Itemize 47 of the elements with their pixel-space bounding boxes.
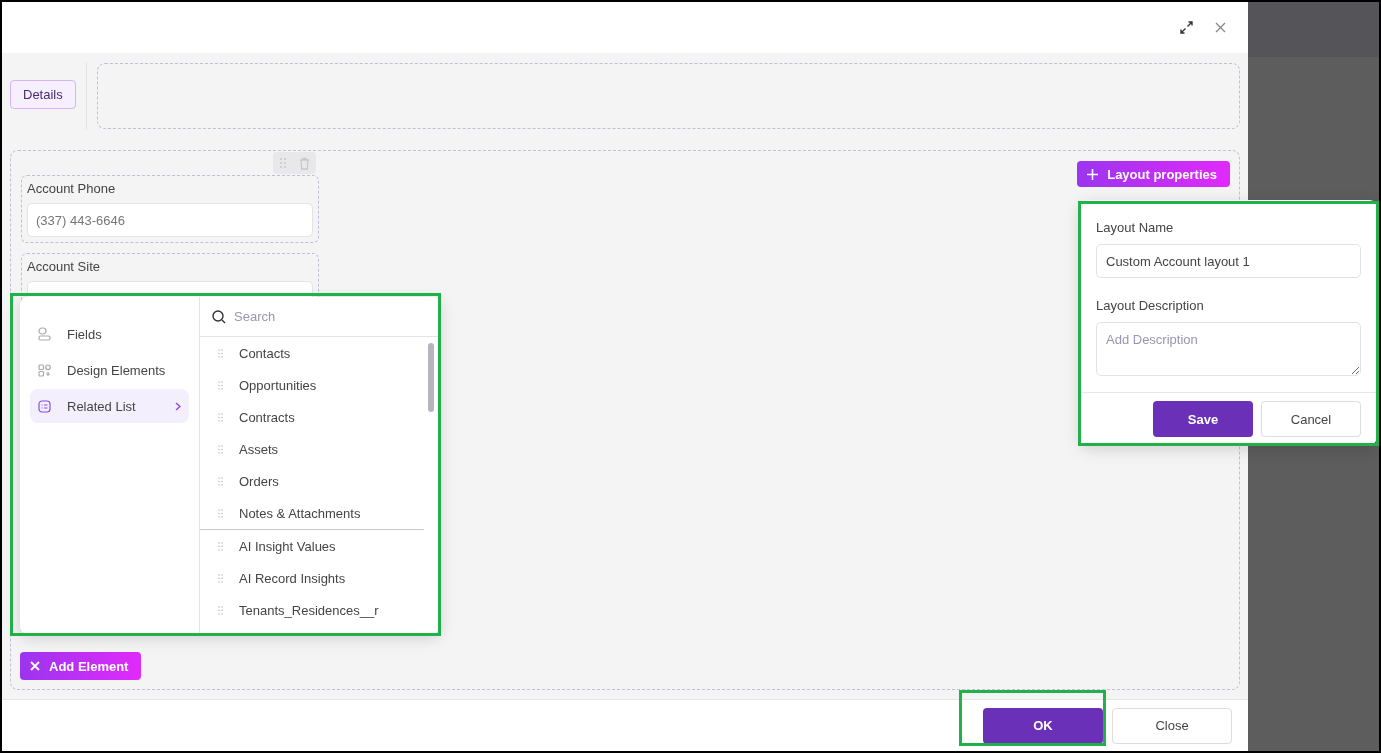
- user-icon: [38, 327, 51, 341]
- object-entry[interactable]: AI Insight Values: [200, 530, 424, 562]
- field-label: Account Site: [27, 259, 101, 275]
- category-item[interactable]: Design Elements: [30, 353, 189, 387]
- category-item[interactable]: Related List: [30, 389, 189, 423]
- layout-properties-button[interactable]: Layout properties: [1077, 161, 1230, 187]
- object-entry[interactable]: Contacts: [200, 337, 424, 369]
- object-entry[interactable]: AI Record Insights: [200, 562, 424, 594]
- close-icon[interactable]: [1215, 22, 1226, 33]
- list-icon: [38, 399, 51, 413]
- field-label: Layout Description: [1096, 298, 1205, 314]
- plus-icon: [1087, 168, 1099, 180]
- object-entry[interactable]: Assets: [200, 433, 424, 465]
- input-field[interactable]: (337) 443-6646: [27, 203, 313, 237]
- field-card[interactable]: Account Phone (337) 443-6646: [21, 175, 319, 243]
- chevron-right-icon: [175, 401, 181, 411]
- drag-handle-icon: [218, 444, 223, 454]
- ok-button[interactable]: OK: [983, 707, 1103, 744]
- object-entry[interactable]: Contracts: [200, 401, 424, 433]
- expand-icon[interactable]: [1180, 21, 1193, 34]
- drag-handle-icon: [218, 476, 223, 486]
- input-field[interactable]: Custom Account layout 1: [1096, 244, 1361, 278]
- object-entry[interactable]: Opportunities: [200, 369, 424, 401]
- description-field[interactable]: Add Description: [1096, 322, 1361, 376]
- object-entry[interactable]: Tenants_Residences__r: [200, 594, 424, 626]
- field-label: Account Phone: [27, 181, 117, 197]
- drag-handle-icon: [218, 380, 223, 390]
- save-button[interactable]: Save: [1153, 401, 1253, 437]
- close-button[interactable]: Close: [1112, 707, 1232, 744]
- trash-icon[interactable]: [298, 156, 310, 170]
- scrollbar[interactable]: [428, 343, 434, 412]
- field-label: Layout Name: [1096, 220, 1175, 236]
- search-icon: [212, 309, 226, 324]
- drag-handle-icon[interactable]: [279, 158, 286, 168]
- drag-handle-icon: [218, 412, 223, 422]
- cancel-button[interactable]: Cancel: [1261, 401, 1361, 437]
- shapes-icon: [38, 363, 51, 377]
- drag-handle-icon: [218, 508, 223, 518]
- drag-handle-icon: [218, 348, 223, 358]
- x-icon: [30, 661, 40, 671]
- drag-handle-icon: [218, 605, 223, 615]
- object-entry[interactable]: Orders: [200, 465, 424, 497]
- section-tab[interactable]: Details: [10, 80, 76, 109]
- add-element-button[interactable]: Add Element: [20, 652, 142, 680]
- drag-handle-icon: [218, 573, 223, 583]
- object-entry[interactable]: Notes & Attachments: [200, 497, 424, 529]
- drag-handle-icon: [218, 541, 223, 551]
